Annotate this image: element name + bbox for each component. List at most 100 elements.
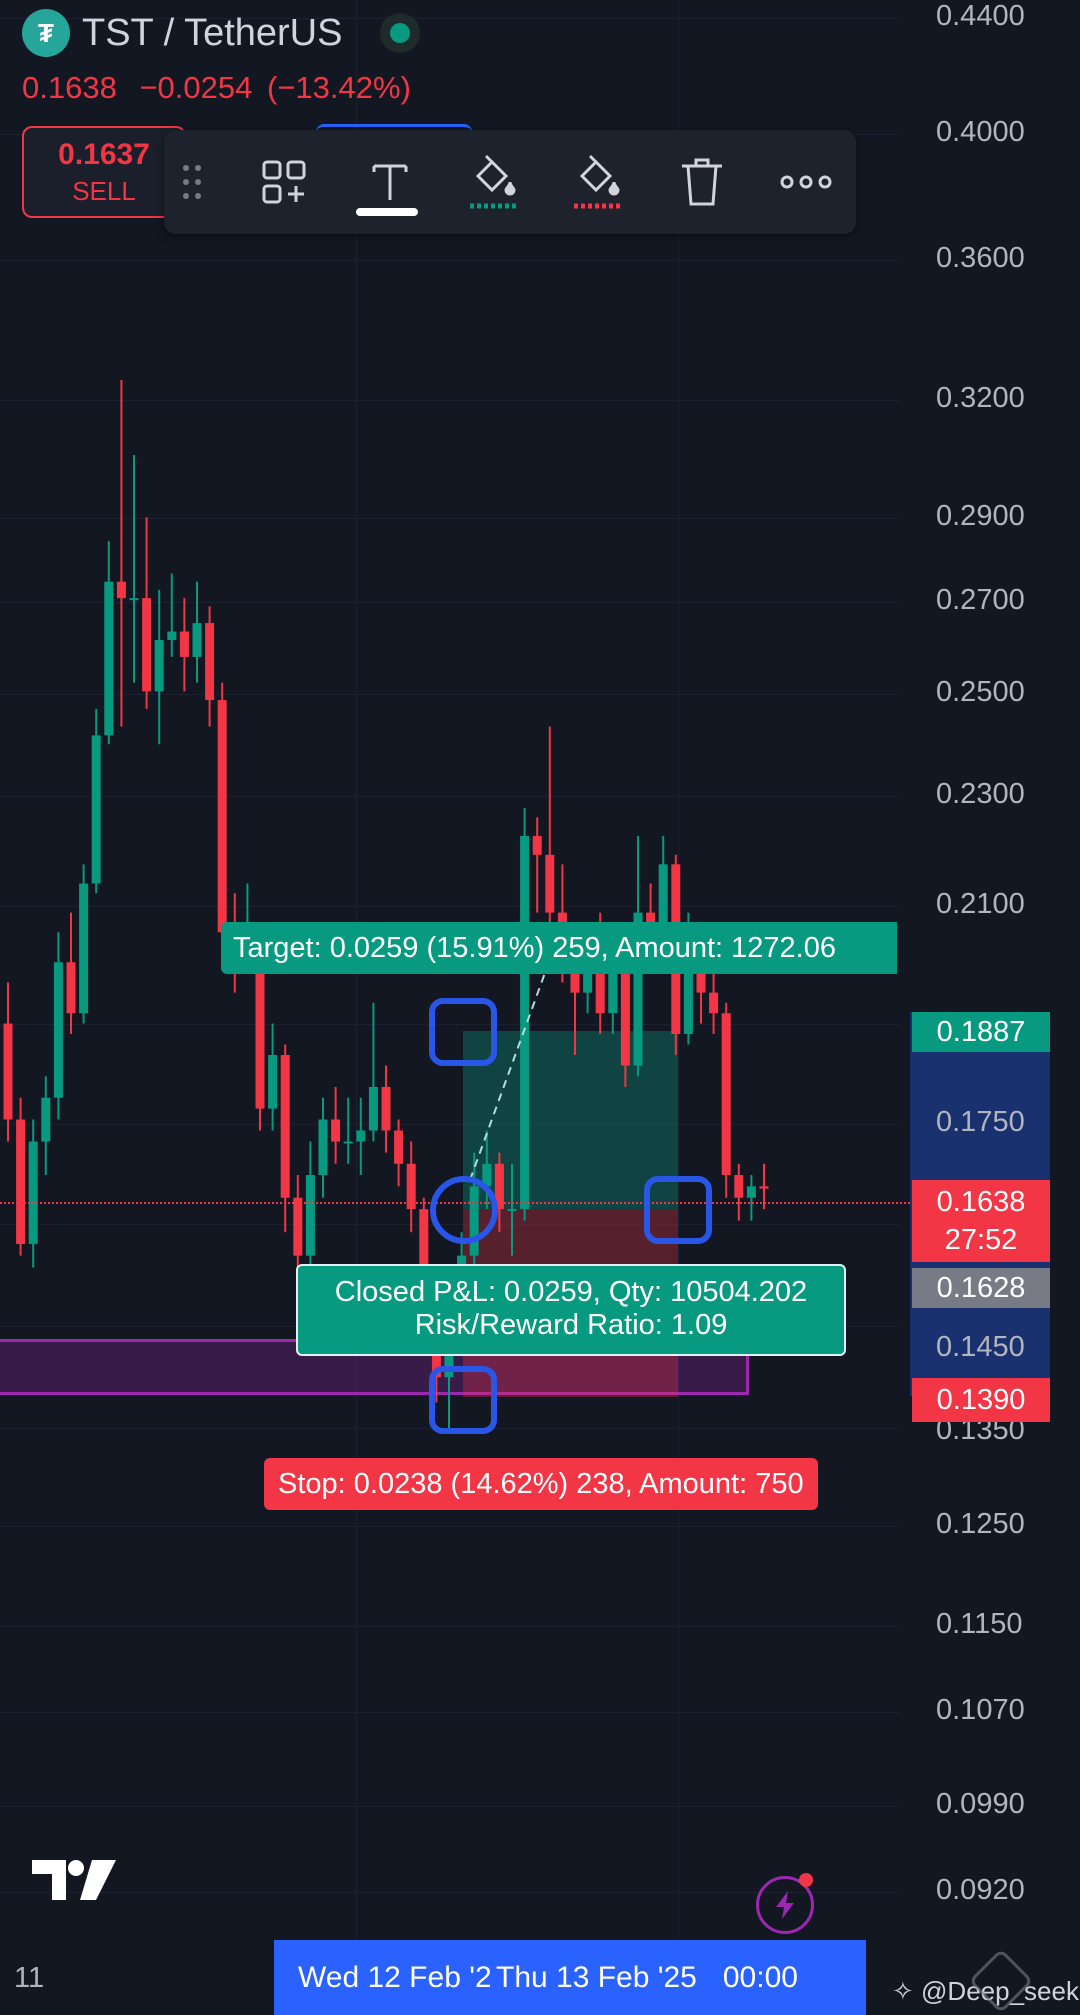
candle-body xyxy=(520,835,530,1210)
target-price-badge: 0.1887 xyxy=(912,1012,1050,1052)
target-handle[interactable] xyxy=(429,998,497,1066)
candle-body xyxy=(205,623,215,701)
more-icon[interactable] xyxy=(776,152,836,212)
tradingview-logo-icon xyxy=(30,1856,118,1909)
candle xyxy=(167,573,177,657)
candle-body xyxy=(331,1119,341,1142)
candle-body xyxy=(620,962,630,1066)
candle-body xyxy=(721,1013,731,1176)
price-tick: 0.1150 xyxy=(936,1608,1023,1640)
candle xyxy=(406,1141,416,1233)
stop-handle[interactable] xyxy=(429,1366,497,1434)
candle xyxy=(545,726,555,933)
price-tick: 0.1250 xyxy=(936,1508,1025,1540)
candle xyxy=(331,1086,341,1164)
price-tick: 0.3600 xyxy=(936,242,1025,274)
candle xyxy=(79,864,89,1024)
candle-body xyxy=(595,972,605,1014)
candle-body xyxy=(116,581,126,599)
sell-button[interactable]: 0.1637 SELL xyxy=(22,126,186,218)
symbol-title[interactable]: TST / TetherUS xyxy=(82,12,342,55)
candle-body xyxy=(179,631,189,657)
candle-body xyxy=(293,1197,303,1256)
candle-body xyxy=(507,1209,517,1212)
price-tick: 0.3200 xyxy=(936,382,1025,414)
candle-body xyxy=(318,1119,328,1176)
candle-body xyxy=(104,581,114,736)
candle xyxy=(532,817,542,913)
closed-pnl-box[interactable]: Closed P&L: 0.0259, Qty: 10504.202 Risk/… xyxy=(296,1264,846,1356)
candle-body xyxy=(28,1141,38,1244)
price-tick: 0.4400 xyxy=(936,0,1025,32)
candle xyxy=(179,598,189,692)
time-axis-range[interactable]: Wed 12 Feb '2 Thu 13 Feb '25 00:00 xyxy=(274,1940,866,2015)
candle-body xyxy=(368,1086,378,1131)
stop-label[interactable]: Stop: 0.0238 (14.62%) 238, Amount: 750 xyxy=(264,1458,818,1510)
price-tick: 0.2100 xyxy=(936,888,1025,920)
candle xyxy=(154,589,164,745)
watermark-logo-icon: ✧ xyxy=(892,1976,914,2006)
text-tool-active-indicator xyxy=(356,208,418,216)
candle-body xyxy=(356,1130,366,1142)
candle xyxy=(343,1097,353,1164)
candle-body xyxy=(142,598,152,692)
price-tick: 0.2500 xyxy=(936,676,1025,708)
candle-body xyxy=(192,623,202,657)
candle xyxy=(205,606,215,727)
candle xyxy=(280,1044,290,1233)
candle xyxy=(217,682,227,953)
entry-handle[interactable] xyxy=(430,1176,498,1244)
drawing-toolbar xyxy=(164,130,856,234)
candle-countdown: 27:52 xyxy=(944,1224,1018,1256)
time-label-date2: Thu 13 Feb '25 xyxy=(496,1960,697,1994)
candle-body xyxy=(91,735,101,884)
price-tick: 0.1750 xyxy=(936,1106,1025,1138)
candle xyxy=(91,708,101,894)
candle-body xyxy=(217,700,227,933)
candle xyxy=(53,932,63,1120)
candle xyxy=(356,1097,366,1176)
candle-body xyxy=(746,1186,756,1198)
candle xyxy=(192,581,202,683)
time-axis-left-label: 11 xyxy=(14,1962,45,1994)
price-tick: 0.1450 xyxy=(936,1331,1025,1363)
candle xyxy=(268,1023,278,1131)
candle-body xyxy=(394,1130,404,1164)
candle xyxy=(368,1002,378,1142)
candle xyxy=(3,982,13,1142)
target-label[interactable]: Target: 0.0259 (15.91%) 259, Amount: 127… xyxy=(221,922,897,974)
drag-handle-icon[interactable] xyxy=(174,152,210,212)
candle-body xyxy=(734,1175,744,1198)
fill-loss-icon[interactable] xyxy=(568,152,628,212)
candle xyxy=(142,517,152,709)
price-tick: 0.2300 xyxy=(936,778,1025,810)
candle-body xyxy=(709,992,719,1014)
candle xyxy=(721,1002,731,1198)
time-label-date1: Wed 12 Feb '2 xyxy=(298,1960,490,1994)
price-tick: 0.0990 xyxy=(936,1788,1025,1820)
last-price: 0.1638 xyxy=(22,70,117,105)
candle-body xyxy=(129,598,139,601)
candle-body xyxy=(545,854,555,913)
price-change-percent: (−13.42%) xyxy=(267,70,411,105)
stop-price-badge: 0.1390 xyxy=(912,1378,1050,1422)
tether-logo-icon: ₮ xyxy=(22,9,70,57)
closed-pnl: Closed P&L: 0.0259, Qty: 10504.202 xyxy=(334,1276,808,1308)
price-tick: 0.4000 xyxy=(936,116,1025,148)
market-open-indicator-icon xyxy=(390,23,411,43)
candle-body xyxy=(79,883,89,1014)
text-icon[interactable] xyxy=(360,152,420,212)
trash-icon[interactable] xyxy=(672,152,732,212)
entry-price-badge: 0.1628 xyxy=(912,1268,1050,1308)
candle-body xyxy=(41,1097,51,1142)
candle-body xyxy=(280,1054,290,1198)
range-handle[interactable] xyxy=(644,1176,712,1244)
price-tick: 0.2900 xyxy=(936,500,1025,532)
candle-body xyxy=(66,962,76,1014)
add-object-icon[interactable] xyxy=(254,152,314,212)
risk-reward-ratio: Risk/Reward Ratio: 1.09 xyxy=(414,1309,728,1341)
candle-body xyxy=(583,972,593,993)
symbol-header[interactable]: ₮ TST / TetherUS xyxy=(22,8,411,58)
fill-profit-icon[interactable] xyxy=(464,152,524,212)
lightning-action-icon[interactable] xyxy=(756,1873,814,1934)
